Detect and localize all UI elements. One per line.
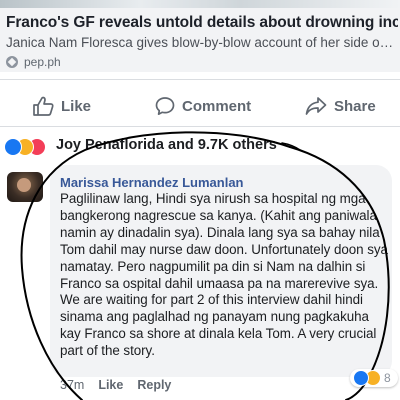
comment-body: Paglilinaw lang, Hindi sya nirush sa hos… bbox=[60, 191, 388, 359]
comment-label: Comment bbox=[182, 97, 252, 115]
comment-icon bbox=[155, 97, 175, 116]
comment-reply-link[interactable]: Reply bbox=[137, 378, 171, 392]
compass-icon bbox=[6, 56, 18, 68]
comment-reaction-badge[interactable]: 8 bbox=[350, 369, 398, 387]
share-label: Share bbox=[334, 97, 376, 115]
comment-author[interactable]: Marissa Hernandez Lumanlan bbox=[60, 175, 244, 190]
comment-meta: 37m Like Reply bbox=[60, 376, 185, 394]
reaction-icons bbox=[4, 138, 54, 156]
link-source: pep.ph bbox=[6, 55, 61, 69]
link-subtitle: Janica Nam Floresca gives blow-by-blow a… bbox=[6, 35, 394, 50]
comment-time[interactable]: 37m bbox=[60, 378, 84, 392]
like-button[interactable]: Like bbox=[32, 88, 91, 124]
comment-like-link[interactable]: Like bbox=[98, 378, 123, 392]
comment-reaction-count: 8 bbox=[384, 371, 391, 385]
share-icon bbox=[305, 97, 327, 115]
link-preview[interactable]: Franco's GF reveals untold details about… bbox=[0, 8, 400, 72]
comment-bubble: Marissa Hernandez Lumanlan Paglilinaw la… bbox=[50, 165, 392, 377]
article-image-strip[interactable] bbox=[0, 0, 400, 8]
avatar[interactable] bbox=[7, 172, 43, 202]
like-reaction-icon bbox=[353, 370, 369, 386]
like-label: Like bbox=[61, 97, 92, 115]
like-reaction-icon bbox=[4, 138, 22, 156]
share-button[interactable]: Share bbox=[305, 88, 376, 124]
link-title[interactable]: Franco's GF reveals untold details about… bbox=[6, 14, 398, 32]
reaction-summary[interactable]: Joy Penaflorida and 9.7K others bbox=[56, 137, 277, 153]
post-action-bar: Like Comment Share bbox=[0, 88, 400, 124]
divider bbox=[0, 79, 400, 80]
reactions-row[interactable]: Joy Penaflorida and 9.7K others bbox=[0, 134, 400, 158]
divider bbox=[0, 126, 400, 127]
comment-button[interactable]: Comment bbox=[155, 88, 251, 124]
thumbs-up-icon bbox=[33, 96, 54, 116]
link-source-label: pep.ph bbox=[24, 55, 61, 69]
